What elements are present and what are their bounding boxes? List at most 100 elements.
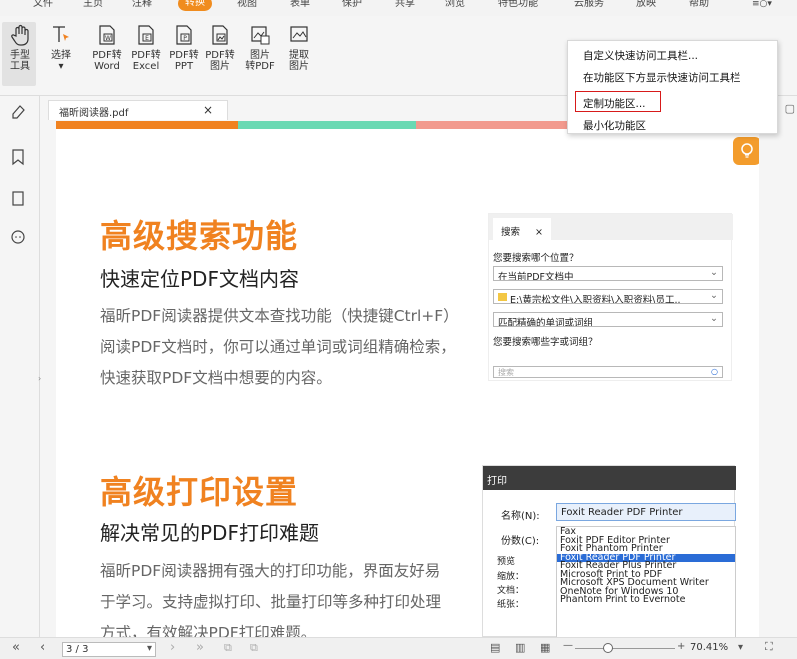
select-tool-label: 选择	[51, 50, 71, 61]
panel-toggle-icon[interactable]: ▢	[785, 102, 795, 115]
word-doc-icon: W	[99, 25, 115, 45]
menu-browse[interactable]: 浏览	[445, 0, 465, 11]
menu-form[interactable]: 表单	[290, 0, 310, 11]
continuous-view-icon[interactable]: ▦	[540, 641, 550, 654]
print-dialog-image: 打印 名称(N): Foxit Reader PDF Printer 份数(C)…	[482, 465, 736, 637]
left-sidebar: ›	[0, 96, 41, 637]
select-text-icon	[53, 26, 69, 42]
fullscreen-icon[interactable]: ⛶	[765, 640, 773, 654]
menu-item-customize-ribbon[interactable]: 定制功能区...	[583, 96, 646, 111]
zoom-level[interactable]: 70.41%	[690, 642, 728, 653]
search-scope-select: 在当前PDF文档中 ⌄	[493, 266, 723, 281]
svg-text:W: W	[105, 35, 111, 42]
excel-doc-icon: E	[138, 25, 154, 45]
menu-share[interactable]: 共享	[395, 0, 415, 11]
vertical-scrollbar[interactable]: ▢	[759, 96, 797, 637]
double-page-view-icon[interactable]: ▥	[515, 641, 525, 654]
search-tab-label: 搜索	[501, 227, 521, 238]
image-to-pdf-icon	[251, 26, 270, 45]
image-doc-icon	[212, 25, 228, 45]
eraser-icon[interactable]	[10, 102, 26, 120]
paragraph-line: 快速获取PDF文档中想要的内容。	[100, 369, 332, 387]
menu-features[interactable]: 特色功能	[498, 0, 538, 11]
search-location-question: 您要搜索哪个位置？	[493, 253, 579, 264]
menu-home[interactable]: 主页	[83, 0, 103, 11]
menu-item-minimize-ribbon[interactable]: 最小化功能区	[583, 118, 646, 133]
last-page-icon[interactable]: »	[196, 640, 204, 655]
zoom-slider-handle[interactable]	[603, 643, 613, 653]
menu-cloud[interactable]: 云服务	[574, 0, 604, 11]
pdf-to-ppt-button[interactable]: P PDF转 PPT	[169, 24, 199, 72]
menu-help[interactable]: 帮助	[689, 0, 709, 11]
paragraph-line: 福昕PDF阅读器拥有强大的打印功能，界面友好易	[100, 562, 441, 580]
hand-tool-label-2: 工具	[10, 61, 30, 72]
menu-slideshow[interactable]: 放映	[636, 0, 656, 11]
first-page-icon[interactable]: «	[12, 640, 20, 655]
extract-image-label-2: 图片	[289, 61, 309, 72]
section-title-search: 高级搜索功能	[100, 217, 299, 255]
pdf-to-image-label-1: PDF转	[205, 50, 235, 61]
preview-label: 预览	[497, 557, 516, 567]
zoom-in-button[interactable]: +	[677, 641, 685, 652]
stripe-orange	[56, 121, 238, 129]
pdf-to-excel-label-2: Excel	[132, 61, 160, 72]
zoom-slider[interactable]	[575, 648, 675, 649]
comment-icon[interactable]	[10, 228, 26, 246]
pdf-to-word-button[interactable]: W PDF转 Word	[91, 24, 123, 72]
page-number-input[interactable]: 3 / 3 ▾	[62, 642, 156, 657]
menu-item-customize-quick-access[interactable]: 自定义快速访问工具栏...	[583, 48, 698, 63]
hand-tool-button[interactable]: 手型 工具	[6, 24, 34, 72]
paper-label: 纸张：	[497, 600, 525, 610]
menu-file[interactable]: 文件	[33, 0, 53, 11]
folder-icon	[498, 293, 507, 301]
menu-comment[interactable]: 注释	[132, 0, 152, 11]
document-label: 文档：	[497, 586, 525, 596]
pdf-to-image-button[interactable]: PDF转 图片	[205, 24, 235, 72]
single-page-view-icon[interactable]: ▤	[490, 641, 500, 654]
print-dialog-title: 打印	[483, 466, 736, 490]
pdf-to-image-label-2: 图片	[210, 61, 230, 72]
search-placeholder: 搜索	[498, 368, 514, 377]
next-page-icon[interactable]: ›	[170, 640, 175, 655]
chevron-down-icon: ⌄	[710, 290, 718, 301]
chevron-down-icon[interactable]: ▾	[738, 642, 743, 653]
zoom-out-button[interactable]: —	[563, 640, 573, 651]
stripe-green	[238, 121, 416, 129]
search-words-question: 您要搜索哪些字或词组？	[493, 337, 598, 348]
image-to-pdf-button[interactable]: 图片 转PDF	[244, 24, 276, 72]
menu-view[interactable]: 视图	[237, 0, 257, 11]
select-tool-button[interactable]: 选择 ▾	[48, 24, 74, 72]
copies-label: 份数(C):	[501, 536, 540, 547]
expand-panel-icon[interactable]: ›	[38, 374, 41, 383]
search-icon[interactable]: ≡○▾	[752, 0, 772, 11]
document-page: 高级搜索功能 快速定位PDF文档内容 福昕PDF阅读器提供文本查找功能（快捷键C…	[56, 129, 759, 637]
image-to-pdf-label-1: 图片	[250, 50, 270, 61]
search-match-select: 匹配精确的单词或词组 ⌄	[493, 312, 723, 327]
section-paragraph-print: 福昕PDF阅读器拥有强大的打印功能，界面友好易 于学习。支持虚拟打印、批量打印等…	[100, 556, 480, 637]
copy-page-icon[interactable]: ⧉	[224, 641, 232, 655]
search-panel-tab: 搜索 ×	[493, 218, 551, 240]
bookmark-icon[interactable]	[10, 148, 26, 166]
rotate-page-icon[interactable]: ⧉	[250, 641, 258, 655]
context-menu: 自定义快速访问工具栏... 在功能区下方显示快速访问工具栏 定制功能区... 最…	[567, 40, 778, 134]
menu-convert[interactable]: 转换	[178, 0, 212, 11]
pdf-to-ppt-label-1: PDF转	[169, 50, 199, 61]
extract-image-button[interactable]: 提取 图片	[286, 24, 312, 72]
document-tab[interactable]: 福昕阅读器.pdf ×	[48, 100, 228, 120]
search-panel-image: 搜索 × 您要搜索哪个位置？ 在当前PDF文档中 ⌄ E:\黄宗松文件\入职资料…	[488, 213, 733, 381]
close-icon[interactable]: ×	[203, 103, 213, 117]
hand-tool-label-1: 手型	[10, 50, 30, 61]
document-tab-title: 福昕阅读器.pdf	[59, 108, 129, 119]
printer-option: Phantom Print to Evernote	[560, 594, 686, 605]
printer-list: Fax Foxit PDF Editor Printer Foxit Phant…	[556, 526, 736, 637]
search-path-select: E:\黄宗松文件\入职资料\入职资料\员工.. ⌄	[493, 289, 723, 304]
paragraph-line: 阅读PDF文档时，你可以通过单词或词组精确检索，	[100, 338, 456, 356]
lightbulb-icon[interactable]	[733, 137, 759, 165]
pages-icon[interactable]	[10, 190, 26, 208]
pdf-to-excel-button[interactable]: E PDF转 Excel	[129, 24, 163, 72]
search-panel-tabs: 搜索 ×	[489, 214, 733, 240]
menu-protect[interactable]: 保护	[342, 0, 362, 11]
prev-page-icon[interactable]: ‹	[40, 640, 45, 655]
menu-item-show-quick-access-below[interactable]: 在功能区下方显示快速访问工具栏	[583, 70, 741, 85]
extract-image-label-1: 提取	[289, 50, 309, 61]
